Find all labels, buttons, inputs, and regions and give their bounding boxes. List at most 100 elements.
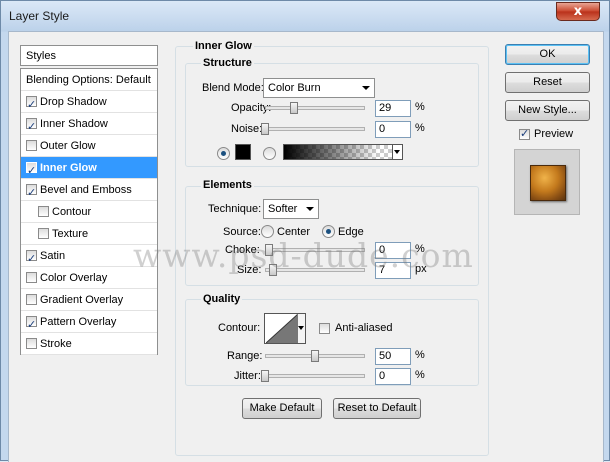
- style-checkbox[interactable]: [26, 116, 37, 138]
- style-item-pattern-overlay[interactable]: Pattern Overlay: [21, 311, 157, 336]
- style-checkbox[interactable]: [26, 314, 37, 336]
- style-item-label: Pattern Overlay: [40, 316, 117, 328]
- chevron-down-icon: [362, 86, 370, 90]
- anti-aliased-label: Anti-aliased: [335, 322, 393, 334]
- quality-group: [185, 299, 479, 386]
- style-checkbox[interactable]: [38, 228, 49, 239]
- style-item-inner-glow[interactable]: Inner Glow: [21, 157, 157, 182]
- styles-header-label: Styles: [26, 50, 56, 62]
- jitter-label: Jitter:: [234, 370, 261, 382]
- style-item-stroke[interactable]: Stroke: [21, 333, 157, 355]
- style-item-label: Satin: [40, 250, 66, 262]
- noise-input[interactable]: 0: [375, 121, 411, 138]
- size-slider-track[interactable]: [265, 268, 365, 272]
- style-item-color-overlay[interactable]: Color Overlay: [21, 267, 157, 289]
- style-checkbox[interactable]: [26, 182, 37, 204]
- style-item-satin[interactable]: Satin: [21, 245, 157, 270]
- style-item-label: Gradient Overlay: [40, 294, 124, 306]
- choke-input[interactable]: 0: [375, 242, 411, 259]
- style-item-contour[interactable]: Contour: [21, 201, 157, 223]
- jitter-slider-track[interactable]: [265, 374, 365, 378]
- choke-slider-thumb[interactable]: [265, 244, 273, 256]
- range-input[interactable]: 50: [375, 348, 411, 365]
- noise-slider-track[interactable]: [265, 127, 365, 131]
- style-item-drop-shadow[interactable]: Drop Shadow: [21, 91, 157, 116]
- gradient-radio[interactable]: [263, 147, 276, 160]
- opacity-slider-track[interactable]: [265, 106, 365, 110]
- gradient-picker[interactable]: [283, 144, 403, 160]
- preview-checkbox[interactable]: [519, 127, 530, 140]
- style-item-label: Contour: [52, 206, 92, 218]
- source-center-radio[interactable]: [261, 225, 274, 238]
- style-checkbox[interactable]: [26, 338, 37, 349]
- style-checkbox[interactable]: [26, 94, 37, 116]
- style-checkbox[interactable]: [26, 160, 37, 182]
- structure-title: Structure: [201, 57, 254, 69]
- new-style-label: New Style...: [518, 104, 577, 116]
- source-label: Source:: [223, 226, 261, 238]
- style-checkbox[interactable]: [38, 206, 49, 217]
- blend-mode-value: Color Burn: [268, 82, 321, 94]
- noise-unit: %: [415, 122, 425, 134]
- chevron-down-icon: [298, 326, 304, 330]
- style-item-label: Stroke: [40, 338, 72, 350]
- source-edge-label: Edge: [338, 226, 364, 238]
- technique-value: Softer: [268, 203, 298, 215]
- blend-mode-select[interactable]: Color Burn: [263, 78, 375, 98]
- contour-curve-icon: [266, 314, 298, 343]
- ok-label: OK: [539, 48, 556, 60]
- style-item-outer-glow[interactable]: Outer Glow: [21, 135, 157, 157]
- anti-aliased-checkbox[interactable]: [319, 323, 330, 334]
- style-item-label: Inner Shadow: [40, 118, 108, 130]
- range-unit: %: [415, 349, 425, 361]
- style-checkbox[interactable]: [26, 248, 37, 270]
- quality-title: Quality: [201, 293, 243, 305]
- choke-slider-track[interactable]: [265, 248, 365, 252]
- make-default-label: Make Default: [249, 402, 315, 414]
- solid-color-radio[interactable]: [217, 147, 230, 160]
- ok-button[interactable]: OK: [505, 44, 590, 65]
- opacity-slider-thumb[interactable]: [290, 102, 298, 114]
- blending-options-item[interactable]: Blending Options: Default: [21, 69, 157, 91]
- style-item-inner-shadow[interactable]: Inner Shadow: [21, 113, 157, 138]
- styles-header[interactable]: Styles: [20, 45, 158, 66]
- range-slider-thumb[interactable]: [311, 350, 319, 362]
- technique-label: Technique:: [208, 203, 262, 215]
- style-item-label: Outer Glow: [40, 140, 96, 152]
- choke-unit: %: [415, 243, 425, 255]
- reset-button[interactable]: Reset: [505, 72, 590, 93]
- style-item-label: Inner Glow: [40, 162, 97, 174]
- opacity-value: 29: [379, 102, 392, 114]
- noise-label: Noise:: [231, 123, 263, 135]
- size-input[interactable]: 7: [375, 262, 411, 279]
- style-item-texture[interactable]: Texture: [21, 223, 157, 245]
- contour-picker[interactable]: [264, 313, 306, 344]
- glow-color-swatch[interactable]: [235, 144, 251, 160]
- jitter-input[interactable]: 0: [375, 368, 411, 385]
- title-bar[interactable]: Layer Style x: [1, 1, 609, 31]
- style-checkbox[interactable]: [26, 272, 37, 283]
- style-checkbox[interactable]: [26, 294, 37, 305]
- source-center-label: Center: [277, 226, 311, 238]
- size-slider-thumb[interactable]: [269, 264, 277, 276]
- jitter-slider-thumb[interactable]: [261, 370, 269, 382]
- new-style-button[interactable]: New Style...: [505, 100, 590, 121]
- inner-glow-title: Inner Glow: [193, 40, 254, 52]
- reset-to-default-button[interactable]: Reset to Default: [333, 398, 421, 419]
- make-default-button[interactable]: Make Default: [242, 398, 322, 419]
- opacity-unit: %: [415, 101, 425, 113]
- opacity-input[interactable]: 29: [375, 100, 411, 117]
- noise-slider-thumb[interactable]: [261, 123, 269, 135]
- blending-options-label: Blending Options: Default: [26, 74, 151, 86]
- style-item-bevel-and-emboss[interactable]: Bevel and Emboss: [21, 179, 157, 204]
- preview-swatch: [530, 165, 566, 201]
- close-button[interactable]: x: [556, 2, 600, 21]
- chevron-down-icon: [306, 207, 314, 211]
- dialog-body: Styles Blending Options: Default Drop Sh…: [8, 31, 604, 462]
- window-title: Layer Style: [9, 9, 70, 23]
- style-checkbox[interactable]: [26, 140, 37, 151]
- source-edge-radio[interactable]: [322, 225, 335, 238]
- style-item-gradient-overlay[interactable]: Gradient Overlay: [21, 289, 157, 311]
- choke-label: Choke:: [225, 244, 260, 256]
- technique-select[interactable]: Softer: [263, 199, 319, 219]
